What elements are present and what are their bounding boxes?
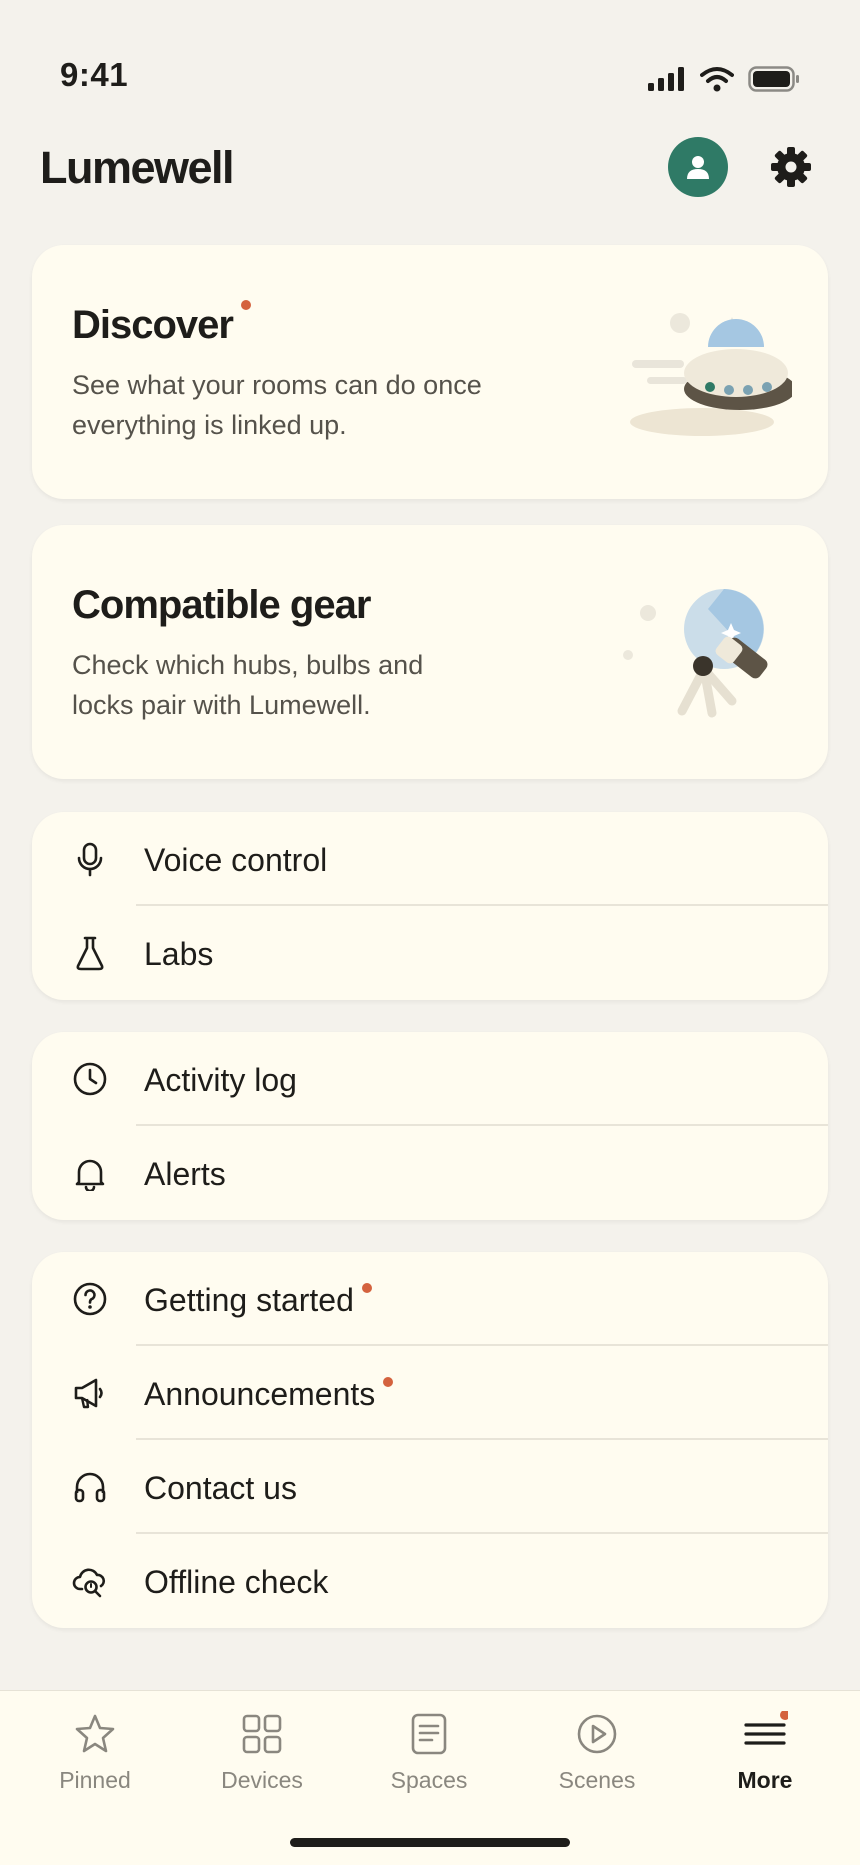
menu-icon	[744, 1711, 788, 1745]
megaphone-icon	[74, 1378, 103, 1409]
grid-icon	[242, 1714, 282, 1754]
list-item-label: Voice control	[144, 842, 328, 878]
star-icon	[75, 1714, 115, 1753]
list-item-activity-log[interactable]: Activity log	[32, 1032, 828, 1126]
new-badge-dot	[361, 1283, 372, 1293]
list-item-offline-check[interactable]: Offline check	[32, 1534, 828, 1628]
status-icons	[648, 66, 800, 92]
telescope-illustration	[623, 589, 768, 718]
settings-group-3: Getting started Announcements Contact us…	[32, 1252, 828, 1628]
new-badge-dot	[383, 1377, 394, 1387]
list-item-label: Getting started	[144, 1282, 372, 1319]
header: Lumewell	[0, 130, 860, 210]
document-icon	[411, 1713, 447, 1755]
play-icon	[577, 1714, 617, 1754]
app-title: Lumewell	[40, 142, 235, 193]
person-icon	[687, 156, 709, 179]
new-badge-dot	[780, 1711, 788, 1720]
discover-illustration	[630, 313, 792, 436]
tab-scenes[interactable]: Scenes	[527, 1711, 667, 1794]
compatible-gear-description: Check which hubs, bulbs and locks pair w…	[72, 650, 424, 720]
profile-button[interactable]	[668, 137, 728, 197]
status-bar: 9:41	[0, 0, 860, 110]
list-item-getting-started[interactable]: Getting started	[32, 1252, 828, 1346]
home-indicator	[290, 1838, 570, 1847]
list-item-label: Activity log	[144, 1062, 297, 1098]
list-item-label: Contact us	[144, 1470, 297, 1506]
tab-label: More	[737, 1767, 793, 1793]
help-icon	[73, 1282, 107, 1316]
compatible-gear-card[interactable]: Compatible gear Check which hubs, bulbs …	[32, 525, 828, 779]
flask-icon	[76, 936, 104, 971]
list-item-label: Alerts	[144, 1156, 226, 1192]
status-time: 9:41	[60, 56, 129, 93]
list-item-voice-control[interactable]: Voice control	[32, 812, 828, 906]
tab-label: Pinned	[59, 1767, 131, 1793]
tab-label: Scenes	[558, 1767, 636, 1793]
tab-devices[interactable]: Devices	[192, 1711, 332, 1794]
headphones-icon	[74, 1472, 106, 1503]
list-item-labs[interactable]: Labs	[32, 906, 828, 1000]
settings-group-2: Activity log Alerts	[32, 1032, 828, 1220]
settings-button[interactable]	[770, 146, 812, 193]
list-item-announcements[interactable]: Announcements	[32, 1346, 828, 1440]
list-item-contact-us[interactable]: Contact us	[32, 1440, 828, 1534]
discover-title: Discover	[72, 300, 251, 348]
new-badge-dot	[240, 300, 251, 310]
compatible-gear-title: Compatible gear	[72, 583, 371, 627]
microphone-icon	[77, 842, 103, 877]
bell-icon	[75, 1159, 105, 1191]
tab-label: Devices	[221, 1767, 303, 1793]
tab-label: Spaces	[390, 1767, 468, 1793]
gear-icon	[771, 147, 811, 187]
tab-spaces[interactable]: Spaces	[359, 1711, 499, 1794]
clock-icon	[73, 1062, 107, 1096]
wifi-icon	[700, 67, 734, 92]
battery-icon	[748, 66, 799, 92]
discover-description: See what your rooms can do once everythi…	[72, 370, 482, 440]
list-item-label: Offline check	[144, 1564, 329, 1600]
discover-card[interactable]: Discover See what your rooms can do once…	[32, 245, 828, 499]
list-item-label: Labs	[144, 936, 214, 972]
cloud-search-icon	[72, 1568, 106, 1598]
list-item-alerts[interactable]: Alerts	[32, 1126, 828, 1220]
tab-more[interactable]: More	[695, 1711, 835, 1794]
list-item-label: Announcements	[144, 1376, 394, 1413]
signal-icon	[648, 67, 684, 91]
tab-pinned[interactable]: Pinned	[25, 1711, 165, 1794]
settings-group-1: Voice control Labs	[32, 812, 828, 1000]
